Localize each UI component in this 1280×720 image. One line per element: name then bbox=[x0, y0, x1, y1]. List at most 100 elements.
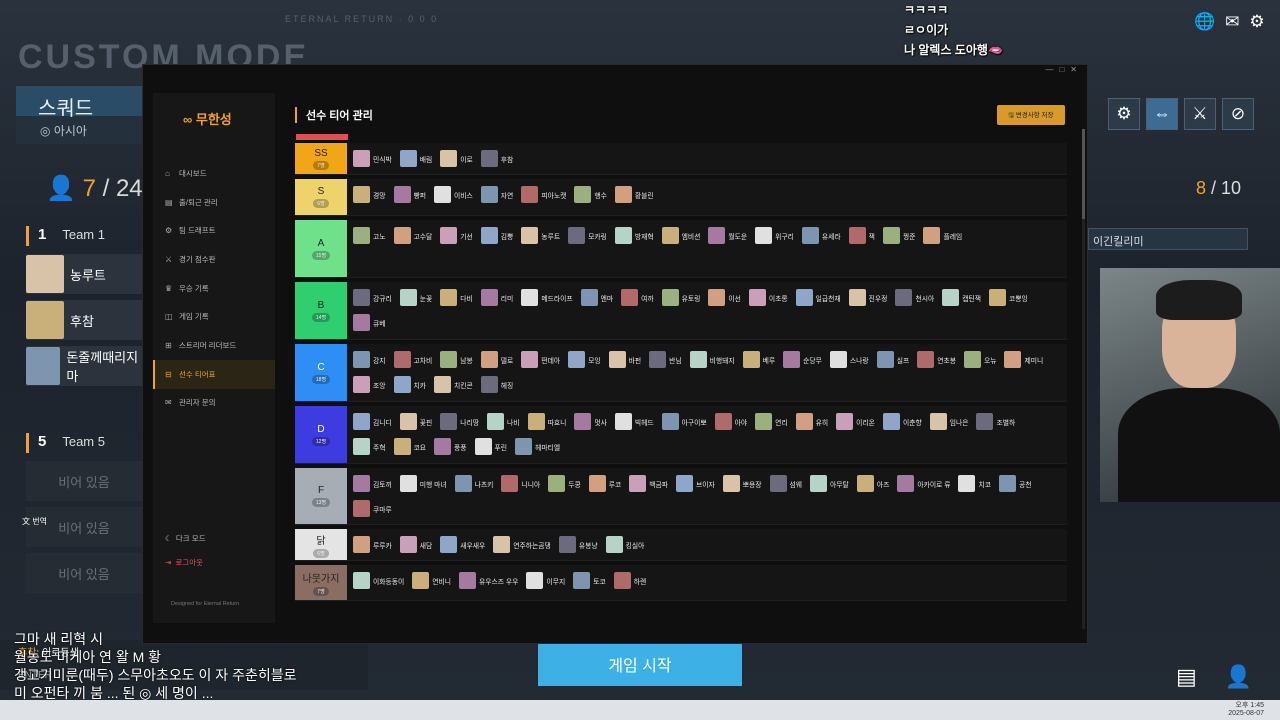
team-slot[interactable]: 비어 있음 bbox=[26, 507, 142, 547]
player-chip[interactable]: 나츠키 bbox=[454, 474, 493, 493]
player-chip[interactable]: 미행 마녀 bbox=[399, 474, 447, 493]
player-chip[interactable]: 황블린 bbox=[614, 185, 654, 204]
player-chip[interactable]: 조별하 bbox=[976, 412, 1015, 431]
window-controls[interactable]: —□✕ bbox=[1045, 65, 1083, 74]
player-chip[interactable]: 스나랑 bbox=[829, 350, 869, 369]
player-chip[interactable]: 방재혁 bbox=[614, 226, 654, 245]
player-chip[interactable]: 눈꽃 bbox=[399, 288, 432, 307]
player-chip[interactable]: 월도운 bbox=[708, 226, 747, 245]
player-chip[interactable]: 두콩 bbox=[548, 474, 581, 493]
tier-label[interactable]: SS 7명 bbox=[295, 143, 347, 174]
gear-icon[interactable]: ⚙ bbox=[1108, 98, 1140, 130]
player-chip[interactable]: 모카링 bbox=[568, 226, 607, 245]
player-chip[interactable]: 이화등동이 bbox=[353, 571, 404, 590]
player-chip[interactable]: 강규리 bbox=[353, 288, 392, 307]
player-chip[interactable]: 루코 bbox=[588, 474, 621, 493]
player-chip[interactable]: 민식박 bbox=[353, 149, 392, 168]
player-chip[interactable]: 남봉 bbox=[440, 350, 473, 369]
player-chip[interactable]: 코뽕잉 bbox=[988, 288, 1028, 307]
player-chip[interactable]: 주혁 bbox=[353, 437, 386, 456]
player-chip[interactable]: 실프 bbox=[876, 350, 909, 369]
player-chip[interactable]: 이리온 bbox=[836, 412, 875, 431]
player-chip[interactable]: 유세라 bbox=[801, 226, 841, 245]
player-chip[interactable]: 천시아 bbox=[895, 288, 934, 307]
player-chip[interactable]: 경망 bbox=[353, 185, 386, 204]
player-chip[interactable]: 캡틴잭 bbox=[942, 288, 981, 307]
player-chip[interactable]: 비행돼지 bbox=[689, 350, 735, 369]
player-chip[interactable]: 아무탈 bbox=[810, 474, 849, 493]
tier-label[interactable]: B 14명 bbox=[295, 282, 347, 339]
player-chip[interactable]: 아즈 bbox=[856, 474, 889, 493]
player-chip[interactable]: 유우스즈 우우 bbox=[459, 571, 518, 590]
tier-label[interactable]: A 15명 bbox=[295, 220, 347, 277]
player-chip[interactable]: 연비니 bbox=[412, 571, 451, 590]
player-chip[interactable]: 공천 bbox=[999, 474, 1032, 493]
tier-label[interactable]: D 12명 bbox=[295, 406, 347, 463]
sidebar-item[interactable]: ⌂ 대시보드 bbox=[153, 159, 275, 188]
team-slot[interactable]: 농루트 bbox=[26, 254, 142, 294]
player-chip[interactable]: 배림 bbox=[399, 149, 432, 168]
player-chip[interactable]: 후참 bbox=[480, 149, 513, 168]
player-chip[interactable]: 새담 bbox=[399, 535, 432, 554]
player-chip[interactable]: 위구리 bbox=[755, 226, 794, 245]
player-chip[interactable]: 이비스 bbox=[434, 185, 473, 204]
sidebar-item[interactable]: ✉ 관리자 문의 bbox=[153, 389, 275, 418]
app-logo[interactable]: ∞ 무한성 bbox=[183, 109, 232, 128]
player-chip[interactable]: 베루 bbox=[742, 350, 775, 369]
player-chip[interactable]: 새우새우 bbox=[440, 535, 485, 554]
player-chip[interactable]: 치킨콘 bbox=[434, 375, 473, 394]
player-chip[interactable]: 멋사 bbox=[574, 412, 607, 431]
sidebar-item[interactable]: ⚙ 팀 드래프트 bbox=[153, 216, 275, 245]
player-chip[interactable]: 꿩준 bbox=[882, 226, 915, 245]
player-chip[interactable]: 아구이뽀 bbox=[661, 412, 707, 431]
player-chip[interactable]: 김니디 bbox=[353, 412, 392, 431]
player-chip[interactable]: 엠비션 bbox=[661, 226, 700, 245]
team-slot[interactable]: 돈줄께때리지마 bbox=[26, 346, 142, 386]
player-chip[interactable]: 푸린 bbox=[474, 437, 507, 456]
eye-off-icon[interactable]: ⊘ bbox=[1222, 98, 1254, 130]
settings-icon[interactable]: ⚙ bbox=[1249, 12, 1264, 32]
player-chip[interactable]: 이무지 bbox=[526, 571, 565, 590]
sidebar-item[interactable]: ▤ 출/퇴근 관리 bbox=[153, 188, 275, 217]
player-chip[interactable]: 연리 bbox=[755, 412, 788, 431]
player-chip[interactable]: 리미 bbox=[480, 288, 513, 307]
player-chip[interactable]: 이초롱 bbox=[748, 288, 788, 307]
start-game-button[interactable]: 게임 시작 bbox=[538, 642, 742, 686]
player-chip[interactable]: 엔마 bbox=[580, 288, 613, 307]
sidebar-item[interactable]: ♛ 우승 기록 bbox=[153, 274, 275, 303]
player-chip[interactable]: 쿠마루 bbox=[353, 499, 392, 518]
player-chip[interactable]: 헤징 bbox=[480, 375, 513, 394]
player-chip[interactable]: 임나은 bbox=[929, 412, 968, 431]
player-chip[interactable]: 나리땅 bbox=[440, 412, 479, 431]
swap-icon[interactable]: ⇔ bbox=[1146, 98, 1178, 130]
right-player-name[interactable]: 이긴킬리미 bbox=[1088, 228, 1248, 250]
player-chip[interactable]: 나비 bbox=[487, 412, 520, 431]
player-chip[interactable]: 하렌 bbox=[613, 571, 646, 590]
team-slot[interactable]: 비어 있음 bbox=[26, 461, 142, 501]
player-chip[interactable]: 메드라이프 bbox=[521, 288, 573, 307]
player-chip[interactable]: 이로 bbox=[440, 149, 473, 168]
player-chip[interactable]: 델로 bbox=[480, 350, 513, 369]
player-chip[interactable]: 순당무 bbox=[783, 350, 822, 369]
player-chip[interactable]: 플레임 bbox=[923, 226, 962, 245]
player-chip[interactable]: 아카이로 류 bbox=[897, 474, 950, 493]
player-chip[interactable]: 유히 bbox=[795, 412, 828, 431]
player-chip[interactable]: 고수달 bbox=[393, 226, 432, 245]
logout-button[interactable]: ⇥ 로그아웃 bbox=[165, 551, 206, 575]
mail-icon[interactable]: ✉ bbox=[1225, 12, 1239, 32]
player-chip[interactable]: 조앙 bbox=[353, 375, 386, 394]
squad-card[interactable]: 스쿼드 ◎ 아시아 bbox=[16, 86, 142, 144]
player-chip[interactable]: 연초봉 bbox=[917, 350, 956, 369]
player-chip[interactable]: 피아노캣 bbox=[521, 185, 566, 204]
team-slot[interactable]: 비어 있음 bbox=[26, 553, 142, 593]
player-chip[interactable]: 치코 bbox=[958, 474, 991, 493]
save-changes-button[interactable]: 🖫 변경사항 저장 bbox=[997, 105, 1065, 125]
team-slot[interactable]: 후참 bbox=[26, 300, 142, 340]
player-chip[interactable]: 모잉 bbox=[568, 350, 601, 369]
player-chip[interactable]: 바펀 bbox=[608, 350, 641, 369]
player-chip[interactable]: 따효니 bbox=[527, 412, 566, 431]
tier-label[interactable]: 닭 6명 bbox=[295, 529, 347, 560]
player-chip[interactable]: 자연 bbox=[480, 185, 513, 204]
player-chip[interactable]: 다비 bbox=[440, 288, 473, 307]
player-chip[interactable]: 고차비 bbox=[393, 350, 432, 369]
